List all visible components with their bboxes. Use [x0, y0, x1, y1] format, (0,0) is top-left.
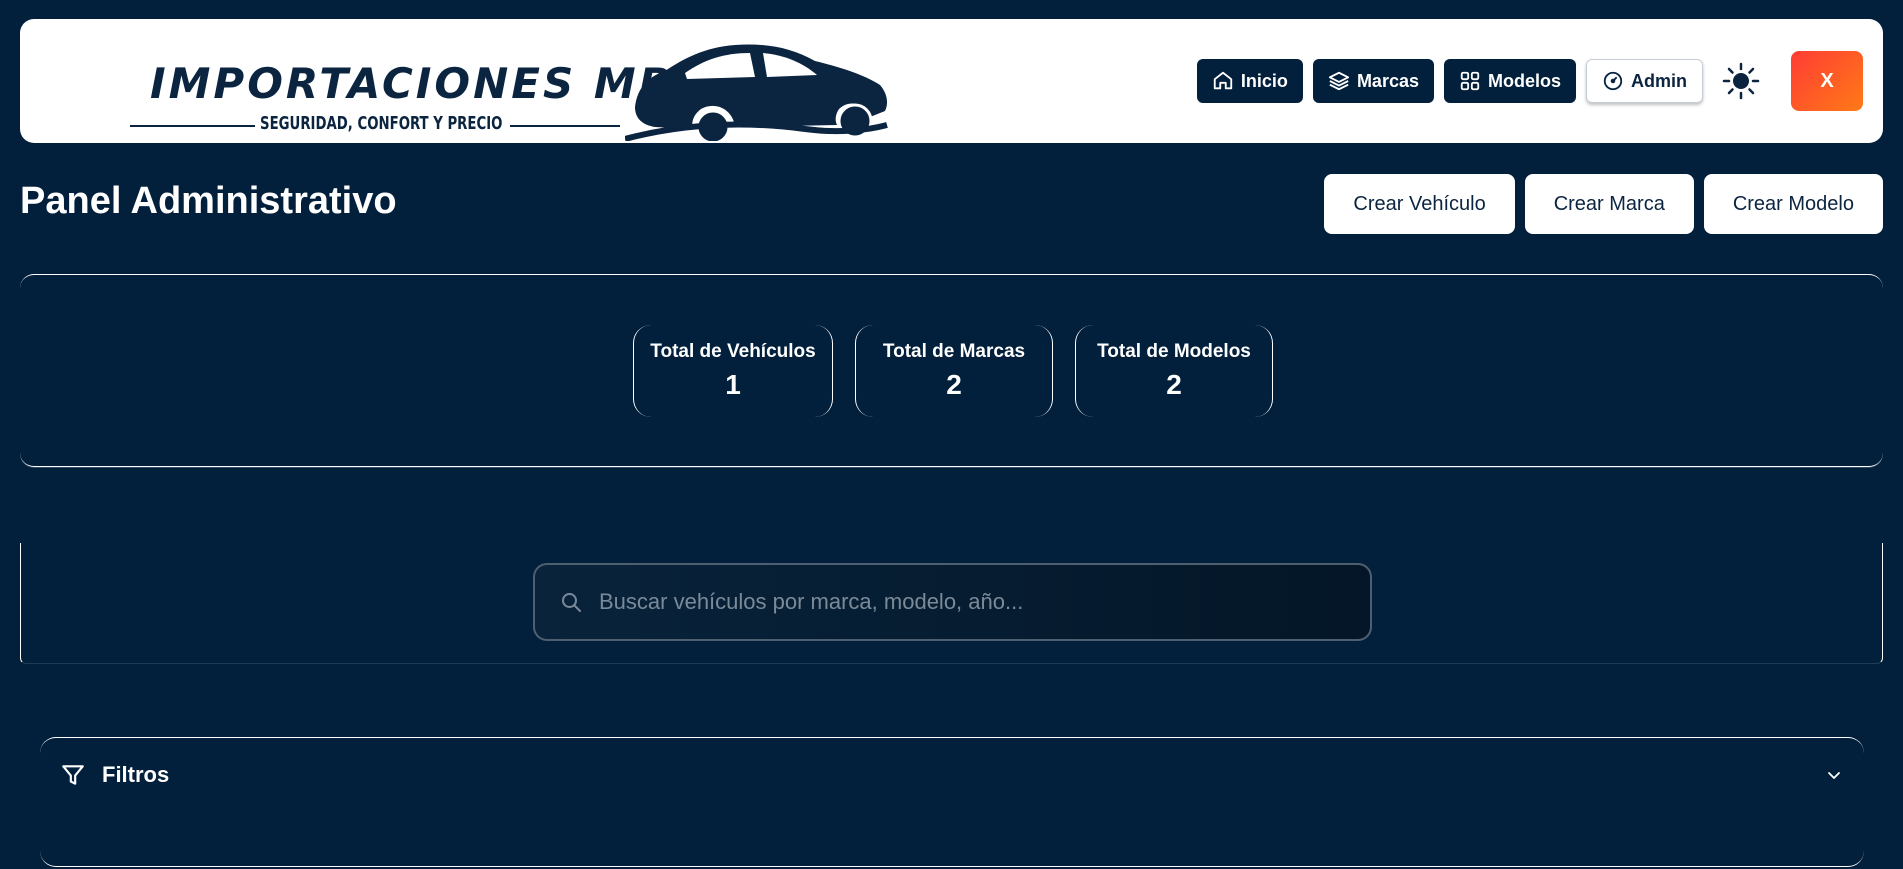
create-model-button[interactable]: Crear Modelo — [1703, 174, 1883, 234]
create-brand-button[interactable]: Crear Marca — [1524, 174, 1694, 234]
nav-modelos-label: Modelos — [1487, 70, 1561, 91]
home-icon — [1213, 71, 1233, 90]
close-button[interactable]: X — [1791, 51, 1863, 111]
sun-icon[interactable] — [1721, 61, 1761, 101]
logo-line-left — [130, 125, 255, 127]
dashboard-icon — [1603, 71, 1623, 91]
brand-tagline: SEGURIDAD, CONFORT Y PRECIO — [260, 113, 503, 134]
nav-admin-button[interactable]: Admin — [1586, 59, 1703, 103]
search-box[interactable] — [533, 563, 1372, 641]
filters-toggle[interactable]: Filtros — [60, 762, 1844, 788]
stats-panel: Total de Vehículos 1 Total de Marcas 2 T… — [20, 274, 1883, 467]
page-title: Panel Administrativo — [20, 180, 397, 222]
layers-icon — [1328, 71, 1350, 91]
nav-inicio-label: Inicio — [1240, 70, 1288, 91]
nav-marcas-label: Marcas — [1356, 70, 1419, 91]
car-silhouette-icon — [625, 44, 888, 141]
main-nav: Inicio Marcas Modelos Admin X — [1187, 19, 1863, 143]
action-buttons: Crear Vehículo Crear Marca Crear Modelo — [1324, 174, 1883, 234]
grid-icon — [1460, 71, 1480, 91]
nav-admin-label: Admin — [1631, 70, 1687, 91]
brand-name: IMPORTACIONES MBV — [150, 59, 708, 108]
nav-inicio-button[interactable]: Inicio — [1196, 59, 1303, 103]
search-panel — [20, 543, 1883, 664]
stat-value: 2 — [946, 369, 962, 400]
stat-card-brands: Total de Marcas 2 — [855, 325, 1053, 417]
filters-panel: Filtros — [40, 737, 1864, 867]
stat-value: 2 — [1166, 369, 1182, 400]
stats-row: Total de Vehículos 1 Total de Marcas 2 T… — [633, 325, 1273, 417]
stat-label: Total de Vehículos — [650, 341, 816, 362]
create-vehicle-button[interactable]: Crear Vehículo — [1324, 174, 1515, 234]
search-icon — [562, 593, 581, 612]
filter-icon — [62, 765, 84, 785]
nav-modelos-button[interactable]: Modelos — [1443, 59, 1576, 103]
nav-marcas-button[interactable]: Marcas — [1312, 59, 1434, 103]
search-input[interactable] — [599, 589, 1370, 615]
stat-label: Total de Modelos — [1097, 341, 1251, 362]
stat-card-models: Total de Modelos 2 — [1075, 325, 1273, 417]
header-bar: IMPORTACIONES MBV SEGURIDAD, CONFORT Y P… — [20, 19, 1883, 143]
chevron-down-icon[interactable] — [1824, 765, 1844, 785]
filters-title: Filtros — [102, 762, 170, 787]
brand-logo[interactable]: IMPORTACIONES MBV SEGURIDAD, CONFORT Y P… — [130, 29, 910, 141]
stat-card-vehicles: Total de Vehículos 1 — [633, 325, 833, 417]
logo-line-right — [510, 125, 620, 127]
stat-label: Total de Marcas — [882, 341, 1026, 362]
stat-value: 1 — [725, 369, 741, 400]
